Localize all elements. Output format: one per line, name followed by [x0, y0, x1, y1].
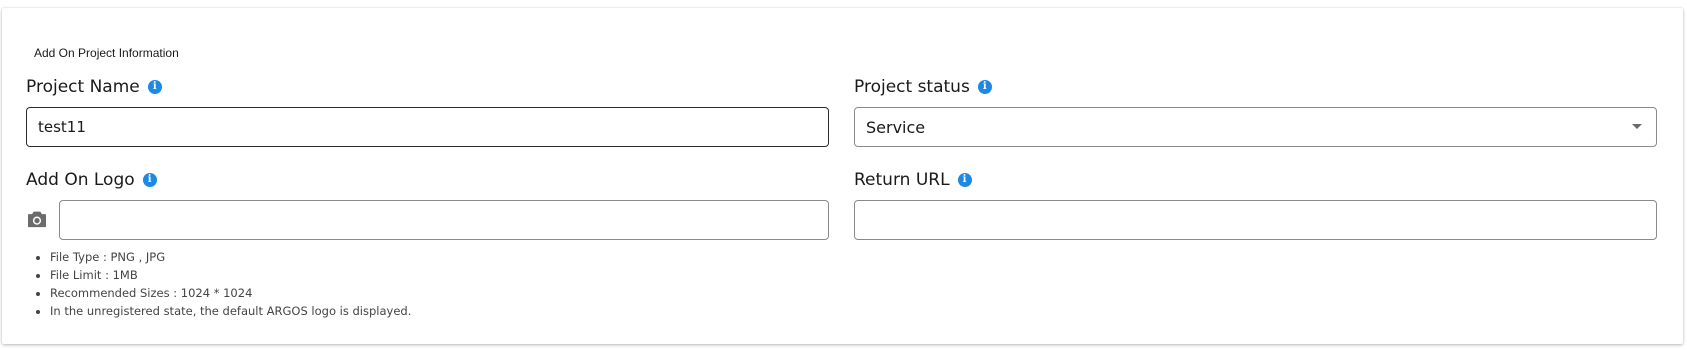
add-on-logo-label-text: Add On Logo	[26, 170, 135, 190]
project-name-label: Project Name i	[26, 77, 162, 97]
project-status-select[interactable]: Service	[854, 107, 1657, 147]
project-name-input[interactable]	[26, 107, 829, 147]
info-icon[interactable]: i	[957, 173, 972, 187]
info-icon[interactable]: i	[142, 173, 157, 187]
return-url-label: Return URL i	[854, 170, 972, 190]
section-title: Add On Project Information	[34, 46, 179, 60]
add-on-logo-input[interactable]	[59, 200, 829, 240]
list-item: Recommended Sizes : 1024 * 1024	[50, 284, 411, 302]
caret-down-icon	[1632, 124, 1642, 129]
logo-hints-list: File Type : PNG , JPG File Limit : 1MB R…	[30, 248, 411, 320]
project-status-selected-value: Service	[866, 117, 926, 137]
add-on-logo-label: Add On Logo i	[26, 170, 157, 190]
return-url-input[interactable]	[854, 200, 1657, 240]
project-status-label: Project status i	[854, 77, 992, 97]
project-status-label-text: Project status	[854, 77, 970, 97]
list-item: File Type : PNG , JPG	[50, 248, 411, 266]
project-name-label-text: Project Name	[26, 77, 140, 97]
return-url-label-text: Return URL	[854, 170, 950, 190]
list-item: File Limit : 1MB	[50, 266, 411, 284]
info-icon[interactable]: i	[977, 80, 992, 94]
camera-icon[interactable]	[27, 210, 47, 228]
list-item: In the unregistered state, the default A…	[50, 302, 411, 320]
info-icon[interactable]: i	[147, 80, 162, 94]
